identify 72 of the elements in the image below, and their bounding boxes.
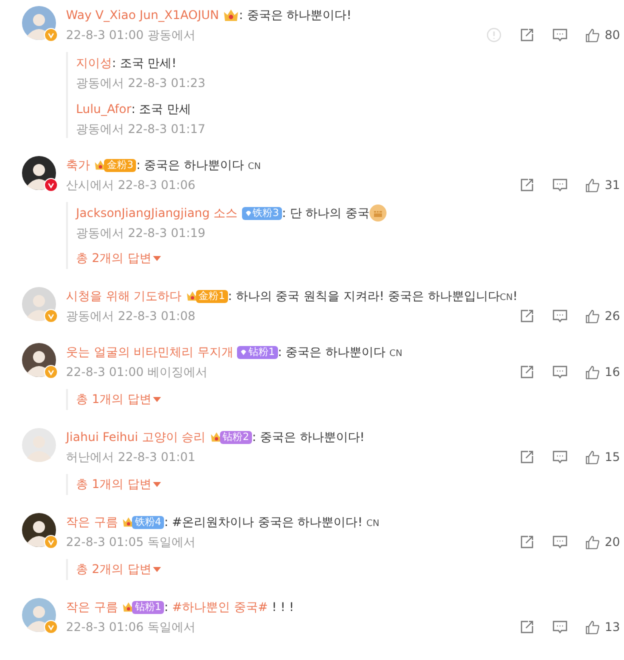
comment-text: : #하나뿐인 중국# ! ! !	[164, 598, 294, 616]
user-name-link[interactable]: 시청을 위해 기도하다	[66, 288, 182, 304]
comment-text: : 중국은 하나뿐이다 CN	[136, 156, 261, 174]
like-button[interactable]: 15	[584, 450, 620, 464]
like-button[interactable]: 13	[584, 620, 620, 634]
comment-icon[interactable]	[552, 364, 568, 380]
more-replies-link[interactable]: 총 1개의 답변	[76, 474, 162, 495]
comment-text: : 중국은 하나뿐이다!	[239, 6, 352, 24]
comment-meta: 22-8-3 01:00 베이징에서	[66, 364, 208, 380]
fan-badge: 铁粉3	[242, 206, 282, 220]
caret-icon	[153, 482, 162, 487]
more-replies-link[interactable]: 총 1개의 답변	[76, 389, 162, 410]
avatar-icon[interactable]	[22, 513, 56, 547]
reply-meta: 광동에서 22-8-3 01:19	[76, 225, 206, 242]
fan-badge: 钻粉1	[237, 346, 278, 358]
caret-icon	[153, 397, 162, 402]
comment-icon[interactable]	[552, 449, 568, 465]
comment-meta: 22-8-3 01:06 독일에서	[66, 618, 196, 636]
like-button[interactable]: 80	[584, 28, 620, 42]
more-replies-link[interactable]: 총 2개의 답변	[76, 248, 162, 269]
like-button[interactable]: 16	[584, 364, 620, 380]
share-icon[interactable]	[518, 177, 535, 193]
user-name-link[interactable]: JacksonJiangJiangjiang 소스	[76, 204, 238, 222]
avatar-icon[interactable]	[22, 343, 56, 377]
comment-icon[interactable]	[552, 177, 568, 193]
crown-icon	[223, 8, 239, 22]
user-name-link[interactable]: Lulu_Afor	[76, 102, 132, 116]
thumbs-up-icon	[584, 620, 600, 634]
comment-meta: 허난에서 22-8-3 01:01	[66, 448, 196, 466]
thumbs-up-icon	[584, 534, 600, 550]
thumbs-up-icon	[584, 28, 600, 42]
reply-text: : 조국 만세!	[112, 54, 176, 72]
caret-icon	[153, 567, 162, 572]
share-icon[interactable]	[518, 619, 535, 635]
thumbs-up-icon	[584, 450, 600, 464]
comment-text: : #온리원차이나 중국은 하나뿐이다! CN	[164, 514, 380, 530]
share-icon[interactable]	[518, 364, 535, 380]
comment-icon[interactable]	[552, 27, 568, 43]
reply-meta: 광동에서 22-8-3 01:17	[76, 121, 206, 138]
comment-text: : 중국은 하나뿐이다 CN	[278, 344, 402, 360]
comment-meta: 광동에서 22-8-3 01:08	[66, 308, 196, 324]
reply-meta: 광동에서 22-8-3 01:23	[76, 75, 206, 92]
reply-text: : 단 하나의 중국	[282, 204, 370, 222]
fist-emoji-icon	[369, 204, 388, 222]
like-button[interactable]: 26	[584, 308, 620, 324]
caret-icon	[153, 256, 162, 261]
comment-text: : 중국은 하나뿐이다!	[252, 428, 365, 446]
comment-icon[interactable]	[552, 534, 568, 550]
user-name-link[interactable]: Way V_Xiao Jun_X1AOJUN	[66, 8, 219, 22]
user-name-link[interactable]: 작은 구름	[66, 598, 118, 616]
comment-text: : 하나의 중국 원칙을 지켜라! 중국은 하나뿐입니다CN!	[228, 288, 518, 304]
like-button[interactable]: 20	[584, 534, 620, 550]
share-icon[interactable]	[518, 27, 535, 43]
share-icon[interactable]	[518, 534, 535, 550]
comment-icon[interactable]	[552, 619, 568, 635]
user-name-link[interactable]: 작은 구름	[66, 514, 118, 530]
user-name-link[interactable]: 지이성	[76, 54, 112, 72]
share-icon[interactable]	[518, 449, 535, 465]
share-icon[interactable]	[518, 308, 535, 324]
thumbs-up-icon	[584, 178, 600, 192]
reply-text: : 조국 만세	[131, 100, 191, 116]
comment-meta: 22-8-3 01:00 광동에서	[66, 26, 196, 44]
user-name-link[interactable]: 웃는 얼굴의 비타민체리 무지개	[66, 344, 234, 360]
comment-meta: 산시에서 22-8-3 01:06	[66, 176, 196, 194]
thumbs-up-icon	[584, 308, 600, 324]
like-button[interactable]: 31	[584, 178, 620, 192]
comment-icon[interactable]	[552, 308, 568, 324]
user-name-link[interactable]: 축가	[66, 156, 90, 174]
user-name-link[interactable]: Jiahui Feihui 고양이 승리	[66, 428, 206, 446]
more-replies-link[interactable]: 총 2개의 답변	[76, 559, 162, 580]
thumbs-up-icon	[584, 364, 600, 380]
comment-meta: 22-8-3 01:05 독일에서	[66, 534, 196, 550]
